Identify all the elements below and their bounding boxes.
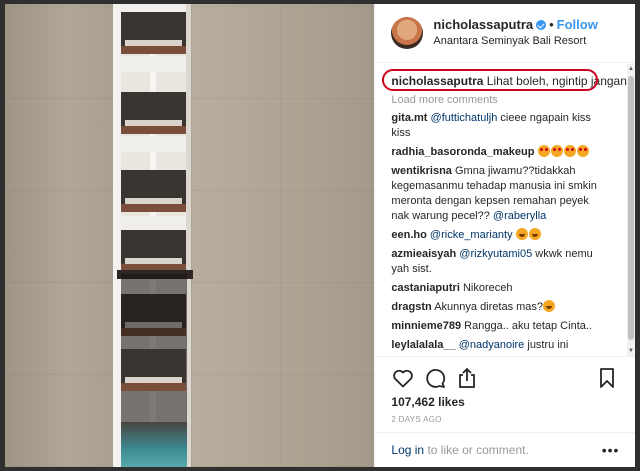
post-modal: nicholassaputra • Follow Anantara Seminyak… bbox=[5, 4, 635, 467]
scroll-down-arrow-icon[interactable]: ▼ bbox=[628, 348, 634, 354]
building-facade bbox=[113, 4, 193, 467]
comment-username[interactable]: radhia_basoronda_makeup bbox=[391, 146, 534, 158]
comment-mention[interactable]: @nadyanoire bbox=[459, 339, 525, 351]
scroll-up-arrow-icon[interactable]: ▲ bbox=[628, 66, 634, 72]
heart-eyes-emoji-icon bbox=[550, 145, 563, 157]
list-item: azmieaisyah @rizkyutami05 wkwk nemu yah … bbox=[391, 247, 603, 277]
list-item: leylalalala__ @nadyanoire justru ini san… bbox=[391, 338, 603, 354]
comment-text: Rangga.. aku tetap Cinta.. bbox=[464, 320, 592, 332]
caption: nicholassaputra Lihat boleh, ngintip jan… bbox=[382, 69, 627, 91]
heart-eyes-emoji-icon bbox=[576, 145, 589, 157]
list-item: een.ho @ricke_marianty bbox=[391, 228, 603, 243]
laughing-emoji-icon bbox=[528, 228, 541, 240]
comment-username[interactable]: dragstn bbox=[391, 301, 431, 313]
list-item: wentikrisna Gmna jiwamu??tidakkah kegema… bbox=[391, 164, 603, 224]
list-item: gita.mt @futtichatuljh cieee ngapain kis… bbox=[391, 111, 603, 141]
load-more-comments-button[interactable]: Load more comments bbox=[391, 93, 627, 107]
comment-text: Nikoreceh bbox=[462, 282, 513, 294]
separator-dot: • bbox=[549, 17, 554, 32]
highlight-circle bbox=[382, 69, 599, 91]
likes-count[interactable]: 107,462 likes bbox=[391, 395, 619, 409]
list-item: radhia_basoronda_makeup bbox=[391, 145, 603, 160]
comment-text: Akunnya diretas mas? bbox=[434, 301, 544, 313]
follow-button[interactable]: Follow bbox=[557, 17, 598, 32]
comment-username[interactable]: minnieme789 bbox=[391, 320, 461, 332]
comments-list[interactable]: nicholassaputra Lihat boleh, ngintip jan… bbox=[375, 63, 627, 354]
comment-icon[interactable] bbox=[423, 366, 447, 390]
comment-mention[interactable]: @rizkyutami05 bbox=[459, 248, 532, 260]
stone-wall-right bbox=[191, 4, 375, 467]
comment-username[interactable]: azmieaisyah bbox=[391, 248, 456, 260]
comment-mention[interactable]: @ricke_marianty bbox=[430, 229, 513, 241]
comment-username[interactable]: een.ho bbox=[391, 229, 426, 241]
comment-username[interactable]: gita.mt bbox=[391, 112, 427, 124]
share-icon[interactable] bbox=[455, 366, 479, 390]
login-bar: Log in to like or comment. ••• bbox=[375, 432, 635, 467]
comment-username[interactable]: leylalalala__ bbox=[391, 339, 455, 351]
list-item: castaniaputri Nikoreceh bbox=[391, 281, 603, 296]
avatar[interactable] bbox=[391, 17, 424, 49]
login-link[interactable]: Log in bbox=[391, 443, 424, 457]
comment-mention[interactable]: @futtichatuljh bbox=[431, 112, 498, 124]
laughing-emoji-icon bbox=[543, 300, 556, 312]
comment-mention[interactable]: @raberylla bbox=[493, 210, 546, 222]
comments-scrollbar[interactable]: ▲ ▼ bbox=[627, 64, 635, 356]
stone-wall-left bbox=[5, 4, 113, 467]
comment-username[interactable]: wentikrisna bbox=[391, 165, 452, 177]
list-item: minnieme789 Rangga.. aku tetap Cinta.. bbox=[391, 319, 603, 334]
location-link[interactable]: Anantara Seminyak Bali Resort bbox=[433, 33, 597, 49]
scroll-thumb[interactable] bbox=[628, 76, 634, 340]
post-timestamp: 2 DAYS AGO bbox=[391, 415, 442, 424]
post-photo[interactable] bbox=[5, 4, 375, 467]
login-prompt: Log in to like or comment. bbox=[391, 443, 528, 457]
bookmark-icon[interactable] bbox=[595, 366, 619, 390]
heart-icon[interactable] bbox=[391, 366, 415, 390]
post-header: nicholassaputra • Follow Anantara Seminyak… bbox=[375, 4, 635, 63]
more-options-icon[interactable]: ••• bbox=[602, 442, 620, 458]
comment-username[interactable]: castaniaputri bbox=[391, 282, 459, 294]
verified-icon bbox=[536, 20, 547, 30]
heart-eyes-emoji-icon bbox=[563, 145, 576, 157]
header-username[interactable]: nicholassaputra bbox=[433, 17, 533, 32]
heart-eyes-emoji-icon bbox=[537, 145, 550, 157]
list-item: dragstn Akunnya diretas mas? bbox=[391, 300, 603, 315]
post-sidebar: nicholassaputra • Follow Anantara Seminyak… bbox=[374, 4, 635, 467]
laughing-emoji-icon bbox=[515, 228, 528, 240]
login-rest: to like or comment. bbox=[424, 443, 529, 457]
post-actions: 107,462 likes 2 DAYS AGO bbox=[375, 356, 635, 424]
